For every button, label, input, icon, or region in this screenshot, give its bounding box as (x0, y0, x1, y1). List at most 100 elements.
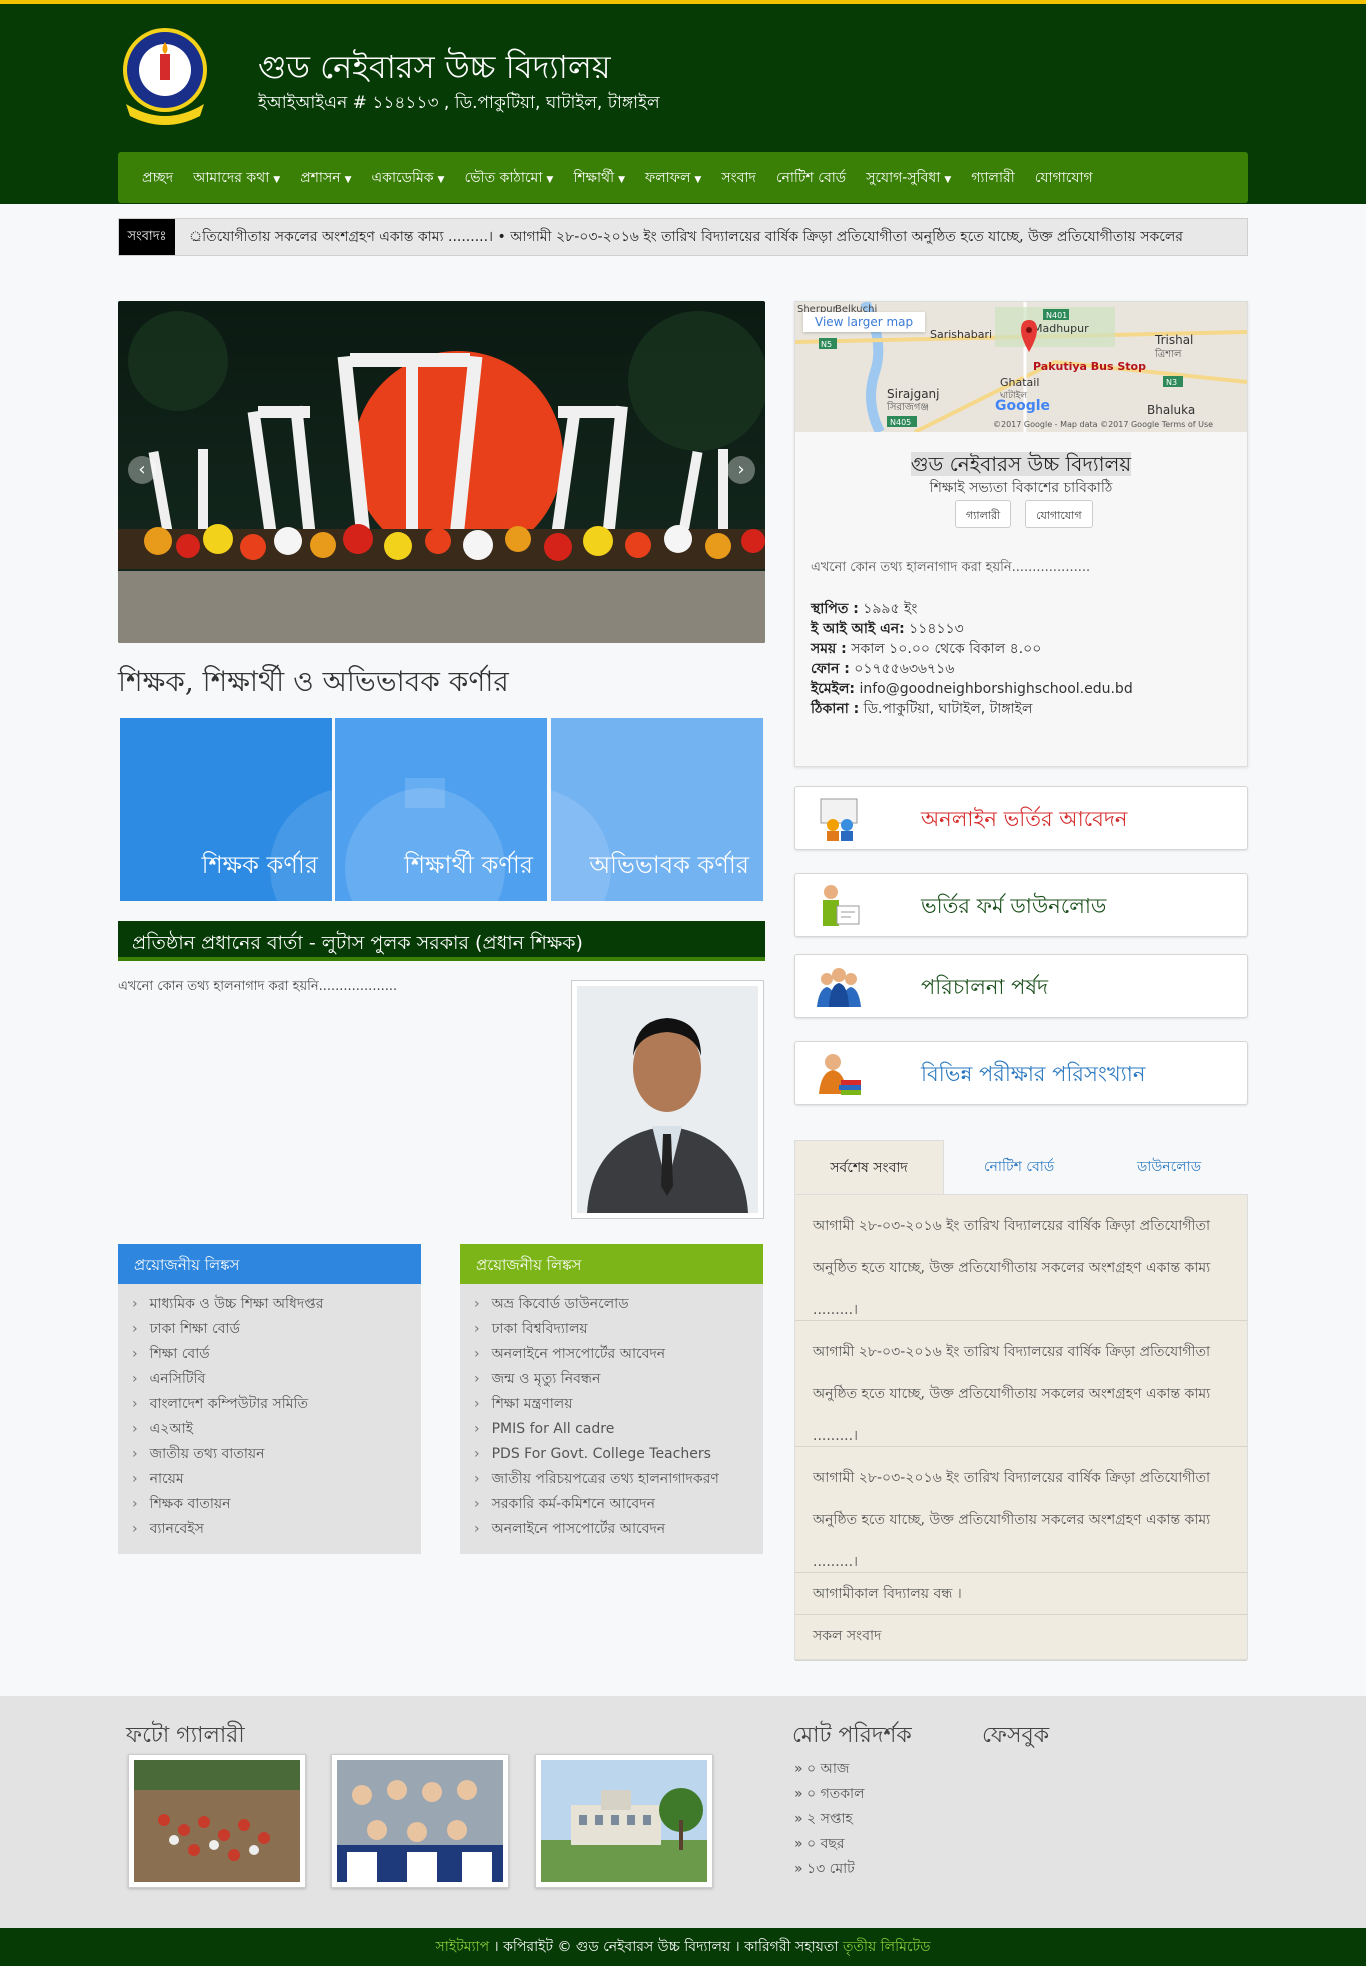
news-item[interactable]: আগামী ২৮-০৩-২০১৬ ইং তারিখ বিদ্যালয়ের বা… (795, 1321, 1247, 1447)
useful-links-panel-right: প্রয়োজনীয় লিঙ্কস অভ্র কিবোর্ড ডাউনলোডঢ… (460, 1244, 763, 1554)
nav-item[interactable]: একাডেমিক ▼ (362, 166, 455, 190)
info-row-value: info@goodneighborshighschool.edu.bd (855, 681, 1133, 697)
site-title[interactable]: গুড নেইবারস উচ্চ বিদ্যালয় (258, 42, 611, 96)
view-larger-map-link[interactable]: View larger map (803, 312, 926, 332)
facebook-title: ফেসবুক (982, 1723, 1050, 1748)
nav-item[interactable]: নোটিশ বোর্ড (766, 166, 856, 190)
sitemap-link[interactable]: সাইটম্যাপ (436, 1939, 490, 1955)
nav-item-label: আমাদের কথা (193, 169, 270, 186)
card-note: এখনো কোন তথ্য হালনাগাদ করা হয়নি........… (811, 560, 1091, 575)
developer-link[interactable]: তৃতীয় লিমিটেড (843, 1939, 931, 1955)
image-slider[interactable]: ‹ › (118, 301, 765, 643)
map-label: Pakutiya Bus Stop (1033, 360, 1146, 373)
useful-link[interactable]: ব্যানবেইস (132, 1517, 421, 1542)
nav-item[interactable]: সংবাদ (711, 166, 765, 190)
gallery-thumbnail[interactable] (331, 1754, 509, 1888)
nav-item[interactable]: ভৌত কাঠামো ▼ (454, 166, 563, 190)
useful-link[interactable]: শিক্ষা বোর্ড (132, 1342, 421, 1367)
useful-link[interactable]: শিক্ষক বাতায়ন (132, 1492, 421, 1517)
nav-item[interactable]: যোগাযোগ (1025, 166, 1103, 190)
headmaster-photo (571, 980, 764, 1219)
map-label: Sirajganj (887, 387, 939, 401)
useful-link[interactable]: জাতীয় তথ্য বাতায়ন (132, 1442, 421, 1467)
ticker-text[interactable]: ্রতিযোগীতায় সকলের অংশগ্রহণ একান্ত কাম্য… (189, 219, 1183, 255)
slider-next-button[interactable]: › (727, 456, 755, 484)
bottom-footer: সাইটম্যাপ । কপিরাইট © গুড নেইবারস উচ্চ ব… (0, 1928, 1366, 1966)
nav-item[interactable]: সুযোগ-সুবিধা ▼ (856, 166, 961, 190)
info-row-key: ইমেইল: (811, 681, 855, 697)
useful-links-title: প্রয়োজনীয় লিঙ্কস (460, 1244, 763, 1284)
useful-link[interactable]: সরকারি কর্ম-কমিশনে আবেদন (474, 1492, 763, 1517)
action-label: ভর্তির ফর্ম ডাউনলোড (921, 894, 1107, 918)
action-button[interactable]: ভর্তির ফর্ম ডাউনলোড (794, 873, 1248, 937)
map-label: Sarishabari (930, 328, 992, 341)
tab-notice-board[interactable]: নোটিশ বোর্ড (944, 1140, 1094, 1194)
contact-button[interactable]: যোগাযোগ (1025, 500, 1093, 528)
useful-link[interactable]: জন্ম ও মৃত্যু নিবন্ধন (474, 1367, 763, 1392)
useful-link[interactable]: শিক্ষা মন্ত্রণালয় (474, 1392, 763, 1417)
nav-item[interactable]: গ্যালারী (961, 166, 1025, 190)
useful-link[interactable]: অভ্র কিবোর্ড ডাউনলোড (474, 1292, 763, 1317)
nav-item[interactable]: প্রশাসন ▼ (290, 166, 361, 190)
action-label: বিভিন্ন পরীক্ষার পরিসংখ্যান (921, 1062, 1146, 1086)
caret-down-icon: ▼ (437, 174, 445, 185)
useful-link[interactable]: মাধ্যমিক ও উচ্চ শিক্ষা অধিদপ্তর (132, 1292, 421, 1317)
teacher-corner-tile[interactable]: শিক্ষক কর্ণার (120, 718, 332, 901)
useful-link[interactable]: ঢাকা বিশ্ববিদ্যালয় (474, 1317, 763, 1342)
visitors-title: মোট পরিদর্শক (792, 1723, 912, 1748)
useful-link[interactable]: অনলাইনে পাসপোর্টের আবেদন (474, 1342, 763, 1367)
action-button[interactable]: অনলাইন ভর্তির আবেদন (794, 786, 1248, 850)
action-label: পরিচালনা পর্ষদ (921, 975, 1049, 999)
nav-item-label: যোগাযোগ (1034, 169, 1093, 186)
tab-download[interactable]: ডাউনলোড (1094, 1140, 1244, 1194)
useful-link[interactable]: জাতীয় পরিচয়পত্রের তথ্য হালনাগাদকরণ (474, 1467, 763, 1492)
action-button[interactable]: বিভিন্ন পরীক্ষার পরিসংখ্যান (794, 1041, 1248, 1105)
info-row: ঠিকানা : ডি.পাকুটিয়া, ঘাটাইল, টাঙ্গাইল (811, 697, 1032, 721)
visitor-stat: » ২ সপ্তাহ (794, 1811, 853, 1827)
useful-links-title: প্রয়োজনীয় লিঙ্কস (118, 1244, 421, 1284)
info-row-key: সময় : (811, 641, 847, 657)
student-corner-tile[interactable]: শিক্ষার্থী কর্ণার (335, 718, 547, 901)
ticker-label: সংবাদঃ (119, 219, 175, 255)
useful-link[interactable]: এ২আই (132, 1417, 421, 1442)
map-label: ত্রিশাল (1154, 348, 1182, 360)
news-item[interactable]: আগামী ২৮-০৩-২০১৬ ইং তারিখ বিদ্যালয়ের বা… (795, 1195, 1247, 1321)
tab-latest-news[interactable]: সর্বশেষ সংবাদ (794, 1140, 944, 1194)
guardian-corner-tile[interactable]: অভিভাবক কর্ণার (551, 718, 763, 901)
info-row-value: ০১৭৫৫৬৩৬৭১৬ (849, 661, 955, 677)
info-row-value: ১৯৯৫ ইং (858, 601, 918, 617)
gallery-thumbnail[interactable] (128, 1754, 306, 1888)
useful-link[interactable]: PMIS for All cadre (474, 1417, 763, 1442)
nav-item[interactable]: প্রচ্ছদ (132, 166, 183, 190)
useful-link[interactable]: নায়েম (132, 1467, 421, 1492)
useful-link[interactable]: ঢাকা শিক্ষা বোর্ড (132, 1317, 421, 1342)
info-row-key: স্থাপিত : (811, 601, 859, 617)
useful-link[interactable]: অনলাইনে পাসপোর্টের আবেদন (474, 1517, 763, 1542)
info-row-value: ১১৪১১৩ (904, 621, 964, 637)
news-item[interactable]: আগামীকাল বিদ্যালয় বন্ধ । (795, 1573, 1247, 1615)
school-logo[interactable] (122, 24, 208, 128)
nav-item-label: প্রশাসন (300, 169, 341, 186)
nav-item-label: ফলাফল (645, 169, 691, 186)
useful-links-list: মাধ্যমিক ও উচ্চ শিক্ষা অধিদপ্তরঢাকা শিক্… (118, 1284, 421, 1542)
google-map[interactable]: Sherpur Belkuchi Sarishabari Madhupur Tr… (795, 302, 1247, 432)
useful-link[interactable]: এনসিটিবি (132, 1367, 421, 1392)
news-ticker: সংবাদঃ ্রতিযোগীতায় সকলের অংশগ্রহণ একান্… (118, 218, 1248, 256)
news-item[interactable]: আগামী ২৮-০৩-২০১৬ ইং তারিখ বিদ্যালয়ের বা… (795, 1447, 1247, 1573)
caret-down-icon: ▼ (546, 174, 554, 185)
info-row-key: ঠিকানা : (811, 701, 860, 717)
all-news-link[interactable]: সকল সংবাদ (795, 1615, 1247, 1661)
gallery-button[interactable]: গ্যালারী (955, 500, 1012, 528)
school-info-card: Sherpur Belkuchi Sarishabari Madhupur Tr… (794, 301, 1248, 767)
nav-item-label: সুযোগ-সুবিধা (866, 169, 941, 186)
nav-item[interactable]: আমাদের কথা ▼ (183, 166, 290, 190)
action-button[interactable]: পরিচালনা পর্ষদ (794, 954, 1248, 1018)
useful-link[interactable]: PDS For Govt. College Teachers (474, 1442, 763, 1467)
slider-prev-button[interactable]: ‹ (128, 456, 156, 484)
nav-item[interactable]: শিক্ষার্থী ▼ (563, 166, 635, 190)
nav-item[interactable]: ফলাফল ▼ (635, 166, 711, 190)
news-tabs: সর্বশেষ সংবাদ নোটিশ বোর্ড ডাউনলোড (794, 1140, 1248, 1194)
useful-link[interactable]: বাংলাদেশ কম্পিউটার সমিতি (132, 1392, 421, 1417)
nav-item-label: প্রচ্ছদ (142, 169, 174, 186)
gallery-thumbnail[interactable] (535, 1754, 713, 1888)
